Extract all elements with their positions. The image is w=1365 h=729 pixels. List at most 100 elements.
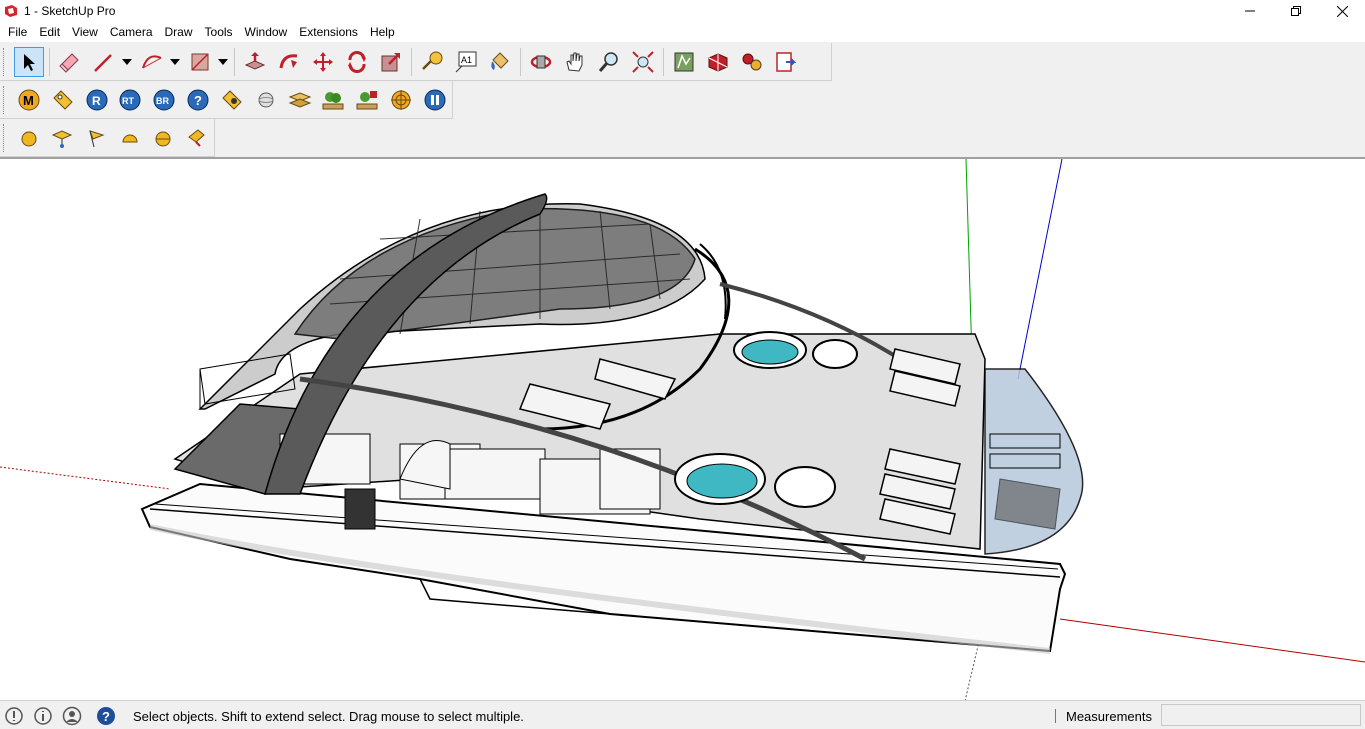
select-tool-button[interactable] <box>14 46 44 77</box>
tag-plugin-button[interactable] <box>48 85 78 115</box>
scale-tool-button[interactable] <box>376 47 406 77</box>
sphere-plugin-button[interactable] <box>251 85 281 115</box>
red-axis <box>1059 618 1365 663</box>
extension-warehouse-icon <box>708 52 728 72</box>
move-tool-button[interactable] <box>308 47 338 77</box>
line-tool-dropdown[interactable] <box>121 47 133 77</box>
zoom-extents-tool-button[interactable] <box>628 47 658 77</box>
geo-location-icon[interactable] <box>4 706 24 726</box>
send-to-layout-icon <box>776 51 797 72</box>
stripes-plugin-button[interactable] <box>285 85 315 115</box>
rotate-icon <box>348 50 366 73</box>
lens-plugin-button[interactable] <box>217 85 247 115</box>
user-account-icon[interactable] <box>62 706 82 726</box>
half-sphere-shape-button[interactable] <box>149 123 179 153</box>
chevron-down-icon <box>170 58 180 65</box>
3d-warehouse-button[interactable] <box>669 47 699 77</box>
menu-bar: File Edit View Camera Draw Tools Window … <box>0 22 1365 42</box>
target-icon <box>391 89 412 110</box>
ball-shape-button[interactable] <box>14 123 44 153</box>
pause-icon <box>424 89 446 110</box>
m-plugin-button[interactable]: M <box>14 85 44 115</box>
menu-draw[interactable]: Draw <box>159 22 199 42</box>
pause-plugin-button[interactable] <box>420 85 450 115</box>
svg-text:A1: A1 <box>461 55 472 65</box>
folder-shape-button[interactable] <box>182 123 212 153</box>
model-viewport[interactable] <box>0 158 1365 700</box>
menu-edit[interactable]: Edit <box>33 22 66 42</box>
paint-bucket-tool-button[interactable] <box>485 47 515 77</box>
tape-measure-icon <box>422 51 443 70</box>
follow-me-icon <box>279 53 298 68</box>
rectangle-tool-dropdown[interactable] <box>217 47 229 77</box>
status-bar: ? Select objects. Shift to extend select… <box>0 700 1365 729</box>
zoom-icon <box>598 51 618 72</box>
flag-shape-button[interactable] <box>81 123 111 153</box>
rotate-tool-button[interactable] <box>342 47 372 77</box>
target-plugin-button[interactable] <box>386 85 416 115</box>
select-icon <box>24 53 35 71</box>
text-tool-button[interactable]: A1 <box>451 47 481 77</box>
eraser-tool-button[interactable] <box>55 47 85 77</box>
send-to-layout-button[interactable] <box>771 47 801 77</box>
menu-file[interactable]: File <box>2 22 33 42</box>
eraser-icon <box>59 52 79 73</box>
toolbar-grip[interactable] <box>3 123 9 152</box>
sketchup-logo-icon <box>5 5 17 17</box>
dome-shape-button[interactable] <box>115 123 145 153</box>
menu-tools[interactable]: Tools <box>199 22 239 42</box>
text-icon: A1 <box>455 51 477 72</box>
tape-measure-tool-button[interactable] <box>417 47 447 77</box>
shapes-toolbar <box>0 119 215 157</box>
menu-camera[interactable]: Camera <box>104 22 159 42</box>
push-pull-icon <box>244 51 266 70</box>
stern-glass-canopy <box>984 368 1084 555</box>
m-icon: M <box>18 89 40 110</box>
tree-edit-plugin-button[interactable] <box>352 85 382 115</box>
menu-window[interactable]: Window <box>239 22 294 42</box>
sphere-icon <box>258 92 274 107</box>
red-axis-negative <box>0 466 171 490</box>
arc-tool-button[interactable] <box>137 47 167 77</box>
orbit-tool-button[interactable] <box>526 47 556 77</box>
components-button[interactable] <box>737 47 767 77</box>
tree-plugin-button[interactable] <box>319 85 349 115</box>
push-pull-tool-button[interactable] <box>240 47 270 77</box>
follow-me-tool-button[interactable] <box>274 47 304 77</box>
svg-text:RT: RT <box>122 96 134 106</box>
zoom-tool-button[interactable] <box>594 47 624 77</box>
window-title: 1 - SketchUp Pro <box>24 4 116 18</box>
close-button[interactable] <box>1319 0 1365 22</box>
plane-shape-button[interactable] <box>48 123 78 153</box>
rectangle-tool-button[interactable] <box>185 47 215 77</box>
blue-axis <box>1017 159 1063 380</box>
minimize-button[interactable] <box>1227 0 1273 22</box>
menu-extensions[interactable]: Extensions <box>293 22 364 42</box>
toolbar-grip[interactable] <box>3 85 9 114</box>
menu-help[interactable]: Help <box>364 22 401 42</box>
menu-view[interactable]: View <box>66 22 104 42</box>
components-icon <box>742 53 762 70</box>
instructor-help-icon[interactable]: ? <box>96 706 116 726</box>
credits-info-icon[interactable] <box>33 706 53 726</box>
pan-tool-button[interactable] <box>560 47 590 77</box>
measurements-input[interactable] <box>1161 704 1361 726</box>
extension-warehouse-button[interactable] <box>703 47 733 77</box>
chevron-down-icon <box>122 58 132 65</box>
line-tool-button[interactable] <box>89 47 119 77</box>
pan-icon <box>566 52 583 72</box>
restore-button[interactable] <box>1273 0 1319 22</box>
toolbar-area: A1 M R RT BR ? <box>0 42 1365 158</box>
br-plugin-button[interactable]: BR <box>149 85 179 115</box>
r-plugin-button[interactable]: R <box>82 85 112 115</box>
paint-bucket-icon <box>491 51 509 70</box>
svg-text:R: R <box>92 94 101 108</box>
rt-plugin-button[interactable]: RT <box>116 85 146 115</box>
scale-icon <box>381 52 400 71</box>
move-icon <box>313 51 333 72</box>
status-message: Select objects. Shift to extend select. … <box>133 709 524 724</box>
arc-tool-dropdown[interactable] <box>169 47 181 77</box>
restore-icon <box>1291 6 1301 16</box>
help-plugin-button[interactable]: ? <box>183 85 213 115</box>
toolbar-grip[interactable] <box>3 47 9 76</box>
